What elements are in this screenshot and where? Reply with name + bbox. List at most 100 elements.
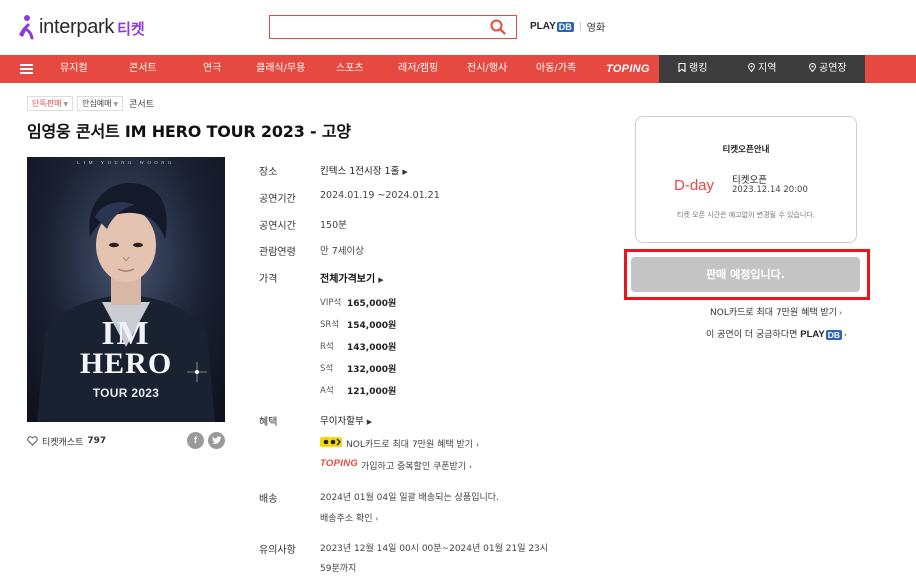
chevron-right-icon: › bbox=[375, 515, 379, 523]
heart-icon[interactable] bbox=[27, 436, 38, 446]
logo-sub: 티켓 bbox=[117, 19, 145, 38]
nav-item-ranking[interactable]: 랭킹 bbox=[678, 55, 707, 83]
chevron-down-icon: ▼ bbox=[63, 101, 69, 108]
duration-value: 150분 bbox=[320, 220, 347, 231]
location-pin-icon bbox=[808, 63, 817, 73]
notice-line1: 2023년 12월 14일 00시 00분~2024년 01월 21일 23시 bbox=[320, 544, 549, 554]
ticket-open-note: 티켓 오픈 시간은 예고없이 변경될 수 있습니다. bbox=[677, 211, 815, 219]
interpark-logo[interactable]: interpark 티켓 bbox=[16, 14, 145, 40]
bookmark-icon bbox=[678, 62, 686, 73]
tag-exclusive-label: 단독판매 bbox=[32, 99, 62, 108]
benefit-label: 혜택 bbox=[259, 417, 278, 428]
nav-item-region[interactable]: 지역 bbox=[747, 55, 777, 83]
hamburger-icon bbox=[19, 64, 33, 74]
toping-benefit-link[interactable]: 가입하고 중복할인 쿠폰받기 › bbox=[361, 459, 472, 472]
search-input[interactable] bbox=[270, 16, 480, 38]
playdb-db-text: DB bbox=[556, 21, 574, 32]
nav-item-concert[interactable]: 콘서트 bbox=[129, 55, 157, 83]
site-header: interpark 티켓 PLAY DB 영화 bbox=[0, 0, 916, 55]
nav-item-toping[interactable]: TOPING bbox=[606, 55, 650, 83]
share-buttons: f bbox=[183, 432, 225, 449]
price-grade: VIP석 bbox=[320, 298, 342, 308]
nol-benefit-link[interactable]: NOL카드로 최대 7만원 혜택 받기 › bbox=[346, 437, 479, 450]
price-amount: 154,000원 bbox=[347, 321, 397, 331]
ticketcast-count: 797 bbox=[87, 436, 107, 446]
tag-exclusive[interactable]: 단독판매 ▼ bbox=[27, 96, 74, 111]
category-label: 콘서트 bbox=[129, 100, 154, 110]
twitter-share-icon[interactable] bbox=[208, 432, 225, 449]
caret-right-icon: ▶ bbox=[378, 276, 384, 284]
price-grade: A석 bbox=[320, 386, 334, 396]
header-links: PLAY DB 영화 bbox=[530, 19, 605, 34]
menu-button[interactable] bbox=[12, 55, 40, 83]
nav-item-family[interactable]: 아동/가족 bbox=[536, 55, 576, 83]
header-divider bbox=[579, 22, 581, 31]
price-all-label: 전체가격보기 bbox=[320, 274, 376, 285]
logo-text: interpark bbox=[39, 15, 115, 38]
playdb-link[interactable]: PLAY DB bbox=[530, 21, 574, 32]
benefit-value: 무이자할부 bbox=[320, 416, 364, 427]
nav-item-exhibition[interactable]: 전시/행사 bbox=[467, 55, 507, 83]
interpark-logo-icon bbox=[19, 15, 34, 40]
chevron-right-icon: › bbox=[476, 441, 479, 449]
playdb-play: PLAY bbox=[800, 329, 825, 340]
price-grade: R석 bbox=[320, 342, 334, 352]
price-label: 가격 bbox=[259, 274, 278, 285]
chevron-right-icon: › bbox=[469, 463, 472, 471]
poster-line-tour: TOUR 2023 bbox=[92, 386, 160, 400]
movie-link[interactable]: 영화 bbox=[587, 19, 605, 34]
notice-line2: 59분까지 bbox=[320, 564, 357, 574]
poster-top-text: LIM YOUNG WOONG bbox=[77, 160, 175, 165]
nav-item-musical[interactable]: 뮤지컬 bbox=[60, 55, 88, 83]
nav-region-label: 지역 bbox=[758, 63, 777, 74]
duration-label: 공연시간 bbox=[259, 221, 296, 232]
nol-card-link-text: NOL카드로 최대 7만원 혜택 받기 bbox=[710, 308, 838, 318]
delivery-address-link[interactable]: 배송주소 확인 › bbox=[320, 511, 378, 524]
page-title: 임영웅 콘서트 IM HERO TOUR 2023 - 고양 bbox=[27, 122, 351, 141]
poster-line-hero: HERO bbox=[79, 347, 173, 380]
price-grade: SR석 bbox=[320, 320, 340, 330]
tag-safe[interactable]: 안심예매 ▼ bbox=[77, 96, 124, 111]
dday-label: D-day bbox=[674, 177, 715, 194]
price-amount: 132,000원 bbox=[347, 365, 397, 375]
nol-benefit-text: NOL카드로 최대 7만원 혜택 받기 bbox=[346, 440, 474, 450]
nav-item-sports[interactable]: 스포츠 bbox=[336, 55, 364, 83]
delivery-link-text: 배송주소 확인 bbox=[320, 514, 373, 524]
main-nav: 뮤지컬 콘서트 연극 클래식/무용 스포츠 레저/캠핑 전시/행사 아동/가족 … bbox=[0, 55, 916, 83]
venue-link[interactable]: 킨텍스 1전시장 1홀 ▶ bbox=[320, 163, 408, 177]
caret-right-icon: ▶ bbox=[402, 168, 408, 176]
playdb-more-link[interactable]: 이 공연이 더 궁금하다면 PLAY DB › bbox=[706, 327, 847, 340]
nav-item-play[interactable]: 연극 bbox=[203, 55, 221, 83]
ticket-open-date: 2023.12.14 20:00 bbox=[732, 185, 808, 195]
playdb-play-text: PLAY bbox=[530, 21, 556, 32]
nav-item-classic[interactable]: 클래식/무용 bbox=[256, 55, 305, 83]
nav-ranking-label: 랭킹 bbox=[689, 63, 708, 74]
chevron-right-icon: › bbox=[844, 331, 847, 339]
nol-card-icon bbox=[320, 437, 342, 447]
poster-figure bbox=[27, 157, 225, 422]
nol-card-link[interactable]: NOL카드로 최대 7만원 혜택 받기 › bbox=[710, 305, 842, 318]
twitter-bird-icon bbox=[211, 436, 221, 444]
nav-item-venue[interactable]: 공연장 bbox=[808, 55, 847, 83]
nav-item-leisure[interactable]: 레저/캠핑 bbox=[398, 55, 438, 83]
sale-pending-button[interactable]: 판매 예정입니다. bbox=[631, 257, 860, 292]
search-icon[interactable] bbox=[490, 19, 506, 35]
facebook-share-icon[interactable]: f bbox=[187, 432, 204, 449]
nav-venue-label: 공연장 bbox=[819, 63, 847, 74]
toping-benefit-text: 가입하고 중복할인 쿠폰받기 bbox=[361, 462, 467, 472]
chevron-down-icon: ▼ bbox=[113, 101, 119, 108]
product-tags: 단독판매 ▼ 안심예매 ▼ 콘서트 bbox=[27, 96, 154, 111]
age-value: 만 7세이상 bbox=[320, 246, 365, 257]
playdb-db: DB bbox=[825, 329, 843, 340]
ticketcast-label[interactable]: 티켓캐스트 bbox=[42, 435, 83, 448]
period-value: 2024.01.19 ~2024.01.21 bbox=[320, 190, 440, 201]
benefit-link[interactable]: 무이자할부 ▶ bbox=[320, 413, 372, 427]
caret-right-icon: ▶ bbox=[366, 418, 373, 426]
period-label: 공연기간 bbox=[259, 194, 296, 205]
toping-logo: TOPING bbox=[320, 458, 359, 469]
price-all-link[interactable]: 전체가격보기 ▶ bbox=[320, 270, 384, 285]
age-label: 관람연령 bbox=[259, 247, 296, 258]
ticket-open-label: 티켓오픈 bbox=[732, 175, 767, 186]
price-amount: 143,000원 bbox=[347, 343, 397, 353]
price-grade: S석 bbox=[320, 364, 334, 374]
